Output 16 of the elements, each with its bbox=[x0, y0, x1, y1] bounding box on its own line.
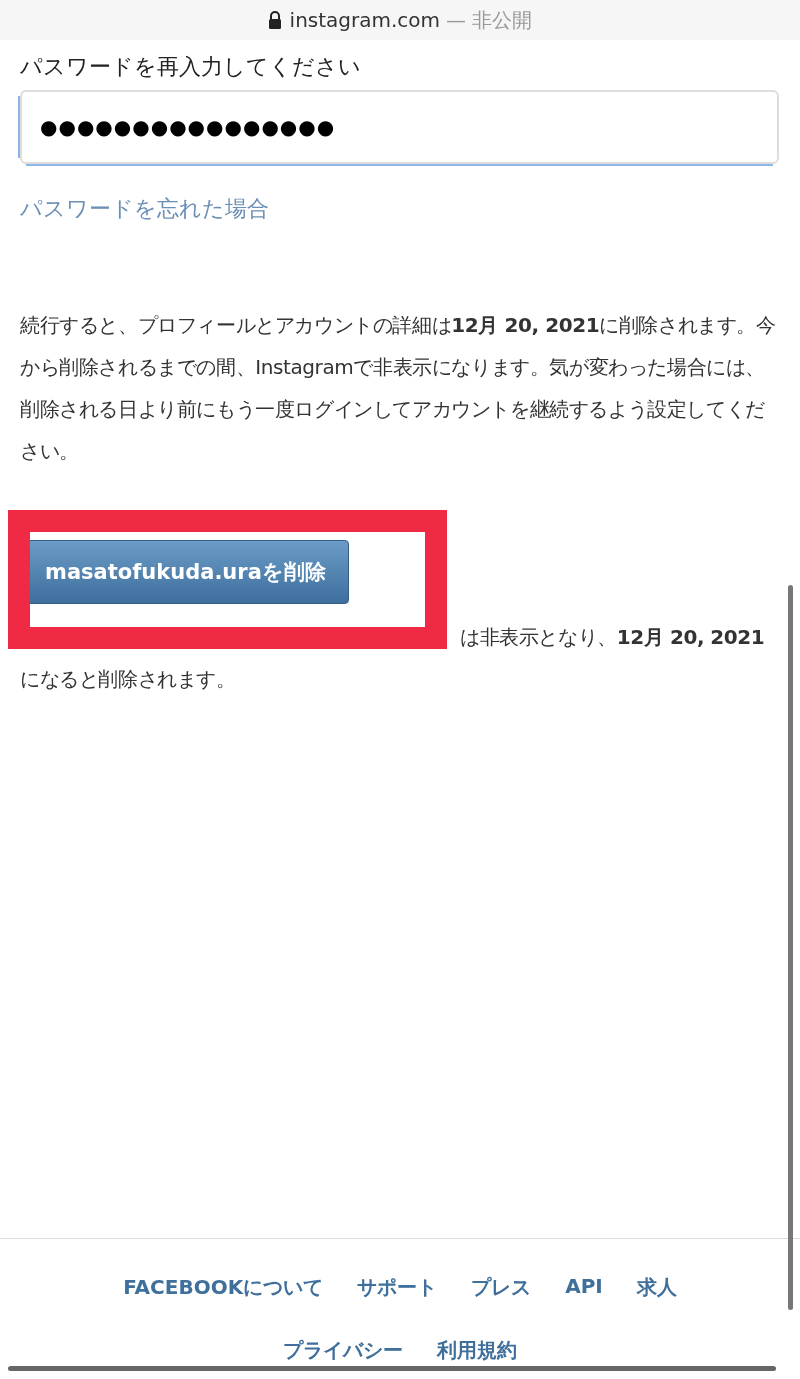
deletion-notice: 続行すると、プロフィールとアカウントの詳細は12月 20, 2021に削除されます。今から削除されるまでの間、Instagramで非表示になります。気が変わった場合には、削除される日より前にもう一度ログインしてアカウントを継続するよう設定してください。 bbox=[20, 312, 777, 465]
footer-link[interactable]: プライバシー bbox=[283, 1337, 403, 1364]
field-label: パスワードを再入力してください bbox=[20, 53, 362, 81]
footer-link[interactable]: API bbox=[565, 1274, 603, 1301]
forgot-password-link[interactable]: パスワードを忘れた場合 bbox=[20, 194, 269, 224]
footer-link[interactable]: 利用規約 bbox=[437, 1337, 517, 1364]
footer-link[interactable]: サポート bbox=[357, 1274, 438, 1301]
domain-text: instagram.com bbox=[289, 8, 441, 32]
privacy-status: — 非公開 bbox=[446, 6, 533, 34]
lock-icon bbox=[267, 11, 282, 29]
password-field[interactable]: ●●●●●●●●●●●●●●●● bbox=[20, 90, 779, 164]
address-bar[interactable]: instagram.com — 非公開 bbox=[0, 0, 800, 40]
footer-link[interactable]: 求人 bbox=[636, 1274, 677, 1301]
footer-link[interactable]: FACEBOOKについて bbox=[123, 1274, 324, 1301]
deletion-note: は非表示となり、12月 20, 2021になると削除されます。 bbox=[20, 624, 766, 693]
footer-link[interactable]: プレス bbox=[471, 1274, 532, 1301]
